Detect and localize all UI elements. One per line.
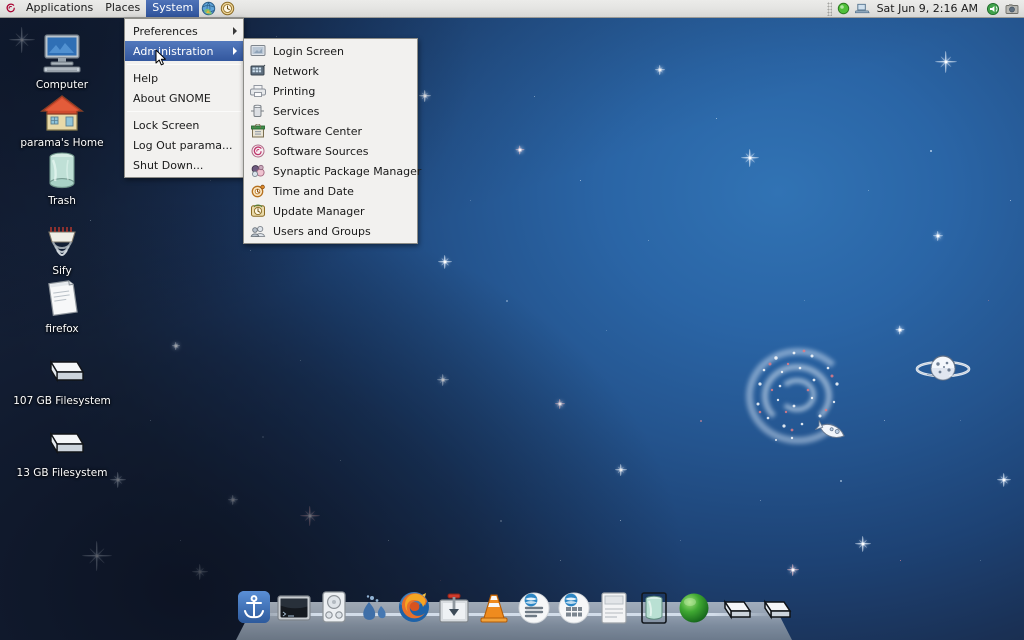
admin-item-network-label: Network <box>273 64 319 78</box>
system-menu[interactable]: Preferences Administration Help About GN… <box>124 18 244 178</box>
update-manager-icon <box>249 203 267 219</box>
panel-menu-applications[interactable]: Applications <box>20 0 99 17</box>
admin-item-time-and-date-label: Time and Date <box>273 184 354 198</box>
panel-grip[interactable] <box>826 1 832 16</box>
panel-launcher-update-manager[interactable] <box>219 1 236 17</box>
admin-item-software-sources[interactable]: Software Sources <box>244 141 417 161</box>
menu-item-log-out-label: Log Out parama... <box>133 138 233 152</box>
services-icon <box>249 103 267 119</box>
dock[interactable] <box>236 582 792 640</box>
menu-item-help[interactable]: Help <box>125 68 243 88</box>
menu-item-administration[interactable]: Administration <box>125 41 243 61</box>
dock-item-firefox[interactable] <box>396 588 432 624</box>
mouse-cursor <box>155 49 167 67</box>
dock-item-games[interactable] <box>436 588 472 624</box>
menu-item-preferences-label: Preferences <box>133 24 198 38</box>
document-icon <box>38 272 86 320</box>
chevron-right-icon <box>233 47 237 55</box>
login-screen-icon <box>249 43 267 59</box>
menu-item-administration-label: Administration <box>133 44 214 58</box>
laptop-power-icon[interactable] <box>854 1 870 16</box>
network-icon <box>249 63 267 79</box>
users-icon <box>249 223 267 239</box>
desktop-icon-firefox-label: firefox <box>45 323 79 335</box>
admin-item-software-center[interactable]: Software Center <box>244 121 417 141</box>
printer-icon <box>249 83 267 99</box>
admin-item-printing-label: Printing <box>273 84 316 98</box>
dock-item-terminal[interactable] <box>276 588 312 624</box>
admin-item-services-label: Services <box>273 104 320 118</box>
admin-item-software-center-label: Software Center <box>273 124 363 138</box>
desktop-icon-13gb-label: 13 GB Filesystem <box>16 467 108 479</box>
desktop-icon-computer[interactable]: Computer <box>14 28 110 91</box>
admin-item-update-manager-label: Update Manager <box>273 204 365 218</box>
admin-item-time-and-date[interactable]: Time and Date <box>244 181 417 201</box>
desktop-icon-home[interactable]: parama's Home <box>14 86 110 149</box>
desktop-icon-trash[interactable]: Trash <box>14 144 110 207</box>
admin-item-synaptic-label: Synaptic Package Manager <box>273 164 422 178</box>
dock-item-music-player[interactable] <box>316 588 352 624</box>
dock-item-cairo-dock[interactable] <box>236 588 272 624</box>
admin-item-synaptic[interactable]: Synaptic Package Manager <box>244 161 421 181</box>
green-status-icon[interactable] <box>836 1 851 16</box>
dock-item-calc[interactable] <box>556 588 592 624</box>
admin-item-printing[interactable]: Printing <box>244 81 417 101</box>
admin-item-network[interactable]: Network <box>244 61 417 81</box>
menu-item-shut-down[interactable]: Shut Down... <box>125 155 243 175</box>
panel-launcher-browser[interactable] <box>200 1 217 17</box>
dock-item-file-manager[interactable] <box>596 588 632 624</box>
debian-swirl-icon <box>0 2 20 15</box>
desktop-icon-sify[interactable]: Sify <box>14 214 110 277</box>
desktop-icon-13gb-filesystem[interactable]: 13 GB Filesystem <box>14 416 110 479</box>
desktop-icon-firefox[interactable]: firefox <box>14 272 110 335</box>
software-center-icon <box>249 123 267 139</box>
dock-item-droplets[interactable] <box>356 588 392 624</box>
admin-item-login-screen[interactable]: Login Screen <box>244 41 417 61</box>
menu-item-shut-down-label: Shut Down... <box>133 158 204 172</box>
dock-item-drive-2[interactable] <box>756 588 792 624</box>
dock-item-writer[interactable] <box>516 588 552 624</box>
synaptic-icon <box>249 163 267 179</box>
chevron-right-icon <box>233 27 237 35</box>
clock-icon <box>249 183 267 199</box>
menu-item-lock-screen[interactable]: Lock Screen <box>125 115 243 135</box>
home-folder-icon <box>38 86 86 134</box>
computer-icon <box>38 28 86 76</box>
administration-submenu[interactable]: Login Screen Network Printing Services S… <box>243 38 421 244</box>
dock-item-vlc[interactable] <box>476 588 512 624</box>
menu-separator <box>127 64 241 65</box>
admin-item-update-manager[interactable]: Update Manager <box>244 201 417 221</box>
menu-item-log-out[interactable]: Log Out parama... <box>125 135 243 155</box>
dock-item-drive-1[interactable] <box>716 588 752 624</box>
panel-menu-places[interactable]: Places <box>99 0 146 17</box>
software-sources-icon <box>249 143 267 159</box>
desktop-icon-107gb-filesystem[interactable]: 107 GB Filesystem <box>13 344 111 407</box>
trash-icon <box>38 144 86 192</box>
admin-item-users-and-groups-label: Users and Groups <box>273 224 371 238</box>
admin-item-login-screen-label: Login Screen <box>273 44 344 58</box>
drive-icon <box>38 344 86 392</box>
dock-item-trash[interactable] <box>636 588 672 624</box>
desktop-icon-trash-label: Trash <box>48 195 76 207</box>
menu-item-about-gnome-label: About GNOME <box>133 91 211 105</box>
camera-icon[interactable] <box>1004 1 1019 16</box>
admin-item-users-and-groups[interactable]: Users and Groups <box>244 221 417 241</box>
desktop[interactable]: Applications Places System Sat Jun 9, 2:… <box>0 0 1024 640</box>
menu-item-lock-screen-label: Lock Screen <box>133 118 200 132</box>
drive-icon <box>38 416 86 464</box>
panel-menu-system[interactable]: System <box>146 0 200 17</box>
modem-icon <box>38 214 86 262</box>
dock-item-green-orb[interactable] <box>676 588 712 624</box>
volume-icon[interactable] <box>985 1 1000 16</box>
admin-item-services[interactable]: Services <box>244 101 417 121</box>
admin-item-software-sources-label: Software Sources <box>273 144 369 158</box>
menu-item-preferences[interactable]: Preferences <box>125 21 243 41</box>
menu-item-about-gnome[interactable]: About GNOME <box>125 88 243 108</box>
menu-item-help-label: Help <box>133 71 159 85</box>
top-panel[interactable]: Applications Places System Sat Jun 9, 2:… <box>0 0 1024 18</box>
panel-clock[interactable]: Sat Jun 9, 2:16 AM <box>874 2 981 15</box>
desktop-icon-107gb-label: 107 GB Filesystem <box>13 395 111 407</box>
menu-separator <box>127 111 241 112</box>
